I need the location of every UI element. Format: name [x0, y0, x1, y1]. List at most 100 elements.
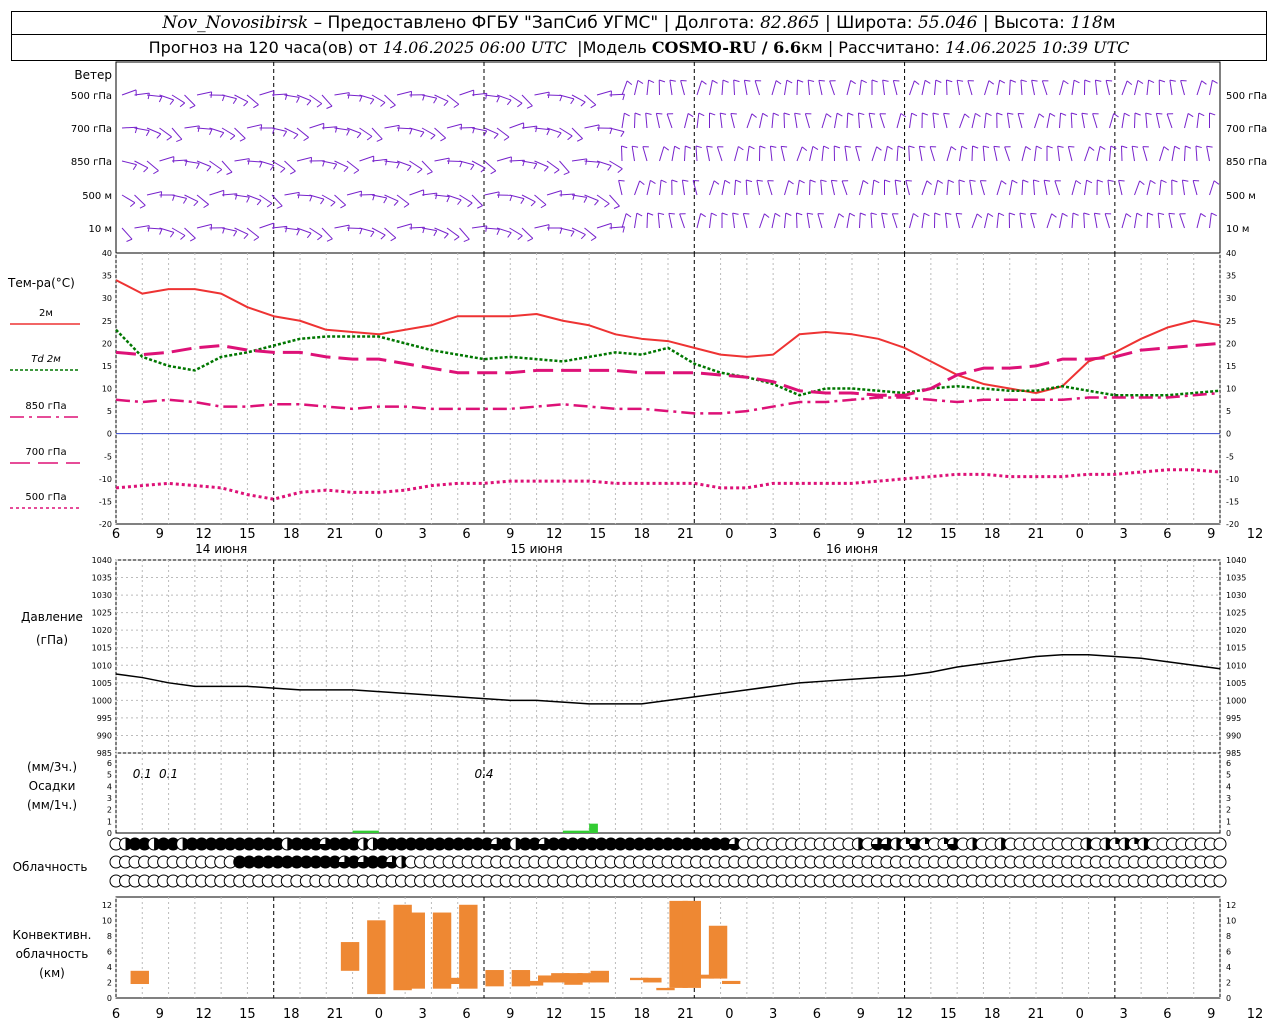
time-tick-label: 6	[1163, 527, 1171, 542]
wind-barb-flag	[1036, 145, 1042, 150]
temp-series-line	[115, 279, 1221, 395]
wind-barb-flag	[622, 226, 625, 233]
wind-barb-icon	[1159, 146, 1170, 162]
time-tick-label: 18	[283, 527, 300, 542]
wind-barb-icon	[695, 145, 702, 162]
wind-barb-shaft	[784, 213, 787, 229]
wind-barb-flag	[594, 200, 599, 206]
wind-barb-shaft	[509, 227, 523, 237]
wind-barb-icon	[409, 94, 425, 101]
time-tick-label: 18	[633, 527, 650, 542]
wind-barb-shaft	[1083, 212, 1085, 229]
wind-barb-icon	[596, 90, 612, 97]
wind-barb-flag	[440, 137, 446, 142]
wind-barb-flag	[235, 193, 238, 200]
wind-barb-icon	[996, 79, 1006, 96]
wind-barb-flag	[433, 97, 438, 104]
precip-tick-right: 3	[1226, 794, 1231, 803]
wind-barb-flag	[869, 112, 876, 115]
wind-barb-shaft	[259, 194, 273, 204]
wind-barb-shaft	[896, 113, 902, 129]
wind-barb-icon	[259, 90, 275, 97]
wind-barb-icon	[1105, 79, 1113, 96]
wind-barb-icon	[1157, 212, 1165, 229]
wind-barb-shaft	[659, 180, 662, 196]
wind-barb-icon	[1006, 112, 1014, 129]
wind-barb-icon	[221, 127, 236, 140]
wind-barb-icon	[669, 79, 676, 96]
wind-barb-icon	[1070, 112, 1078, 129]
pressure-tick-left: 1000	[92, 696, 112, 705]
wind-barb-flag	[527, 237, 534, 242]
wind-barb-flag	[590, 104, 597, 109]
wind-barb-icon	[945, 79, 953, 96]
wind-barb-icon	[746, 145, 755, 162]
precip-annotation: 0.4	[474, 767, 493, 781]
wind-barb-shaft	[1121, 113, 1125, 129]
wind-barb-flag	[457, 199, 462, 205]
wind-barb-flag	[320, 198, 325, 205]
wind-barb-icon	[1121, 80, 1133, 96]
wind-barb-shaft	[384, 227, 397, 239]
cloud-circle	[1213, 855, 1227, 869]
wind-barb-flag	[309, 195, 313, 202]
wind-barb-shaft	[221, 127, 236, 137]
wind-barb-icon	[1209, 79, 1218, 96]
wind-barb-shaft	[446, 123, 462, 129]
conv-tick-right: 12	[1226, 901, 1236, 910]
wind-barb-icon	[834, 213, 845, 229]
wind-barb-icon	[809, 145, 819, 162]
wind-barb-icon	[346, 160, 360, 174]
wind-barb-icon	[967, 80, 974, 96]
wind-barb-flag	[126, 238, 133, 242]
time-tick-label-bottom: 9	[1207, 1007, 1215, 1022]
wind-barb-flag	[1145, 112, 1152, 115]
wind-barb-flag	[221, 95, 225, 102]
wind-barb-shaft	[946, 146, 952, 162]
wind-barb-icon	[334, 92, 350, 99]
wind-barb-icon	[584, 124, 600, 131]
wind-barb-shaft	[796, 180, 800, 196]
wind-barb-icon	[584, 194, 599, 206]
wind-barb-flag	[1182, 179, 1189, 182]
wind-barb-icon	[709, 112, 716, 128]
wind-barb-flag	[226, 171, 233, 175]
wind-barb-flag	[446, 196, 450, 203]
wind-barb-flag	[396, 162, 400, 169]
wind-barb-icon	[547, 227, 563, 234]
wind-barb-icon	[1096, 145, 1106, 162]
wind-barb-icon	[696, 80, 707, 96]
time-tick-label-bottom: 15	[940, 1007, 957, 1022]
wind-barb-icon	[1059, 112, 1067, 129]
wind-barb-icon	[996, 112, 1003, 129]
wind-barb-icon	[1121, 213, 1132, 229]
wind-barb-icon	[884, 145, 893, 162]
time-tick-label-bottom: 0	[1076, 1007, 1084, 1022]
time-tick-label: 15	[590, 527, 607, 542]
wind-barb-shaft	[821, 113, 827, 129]
wind-barb-shaft	[1134, 213, 1138, 229]
wind-barb-shaft	[719, 113, 723, 129]
wind-barb-flag	[1095, 79, 1102, 82]
wind-barb-shaft	[955, 213, 960, 229]
pressure-tick-left: 1010	[92, 661, 112, 670]
wind-barb-icon	[521, 194, 536, 207]
wind-barb-icon	[909, 80, 920, 96]
wind-barb-icon	[759, 112, 769, 129]
wind-barb-icon	[1059, 212, 1068, 229]
wind-barb-icon	[659, 179, 667, 196]
wind-barb-icon	[284, 160, 296, 175]
precip-bar	[352, 830, 379, 833]
wind-barb-icon	[484, 127, 499, 139]
wind-barb-shaft	[1171, 146, 1176, 162]
wind-barb-shaft	[1046, 113, 1051, 129]
wind-barb-flag	[1118, 179, 1125, 182]
wind-barb-flag	[987, 212, 994, 217]
wind-barb-shaft	[196, 194, 209, 205]
wind-barb-shaft	[732, 213, 735, 229]
wind-barb-flag	[721, 212, 728, 216]
wind-barb-flag	[506, 99, 512, 106]
wind-barb-shaft	[657, 213, 660, 229]
wind-barb-flag	[189, 237, 196, 242]
wind-barb-flag	[709, 112, 716, 116]
